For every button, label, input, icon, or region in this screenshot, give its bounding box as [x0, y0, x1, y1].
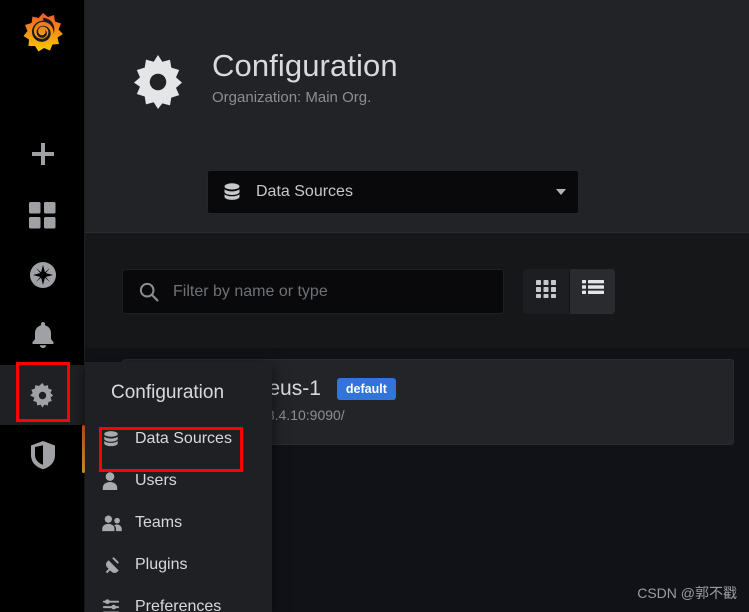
search-icon [139, 282, 159, 302]
grafana-logo-icon[interactable] [0, 0, 85, 66]
sidebar-item-explore[interactable] [0, 245, 85, 305]
menu-item-label: Preferences [135, 598, 222, 612]
list-icon [581, 280, 604, 303]
compass-icon [29, 261, 57, 289]
list-view-button[interactable] [569, 269, 615, 314]
database-icon [102, 430, 128, 448]
menu-item-label: Teams [135, 514, 183, 531]
sidebar-item-configuration[interactable] [0, 365, 85, 425]
grafana-app-window: Configuration Organization: Main Org. Da… [0, 0, 749, 612]
plug-icon [102, 556, 128, 574]
menu-item-plugins[interactable]: Plugins [85, 544, 272, 586]
database-icon [222, 182, 242, 202]
page-header: Configuration Organization: Main Org. Da… [85, 0, 749, 233]
gear-icon [28, 381, 57, 410]
menu-title: Configuration [111, 382, 225, 403]
plus-icon [30, 141, 56, 167]
search-input[interactable] [173, 282, 473, 301]
bell-icon [30, 321, 56, 349]
chevron-down-icon [556, 189, 566, 195]
sidebar-item-dashboards[interactable] [0, 185, 85, 245]
grid-icon [536, 280, 556, 303]
sidebar-item-create[interactable] [0, 124, 85, 184]
sidebar-item-alerting[interactable] [0, 305, 85, 365]
shield-icon [29, 440, 57, 470]
menu-item-data-sources[interactable]: Data Sources [85, 418, 272, 460]
menu-item-teams[interactable]: Teams [85, 502, 272, 544]
page-title: Configuration [212, 48, 398, 83]
page-subtitle: Organization: Main Org. [212, 89, 372, 106]
datasource-toolbar [85, 233, 749, 348]
watermark: CSDN @郭不戳 [637, 585, 737, 601]
status-badge: default [336, 378, 396, 400]
section-select-value: Data Sources [256, 183, 353, 200]
sidebar-item-server-admin[interactable] [0, 425, 85, 485]
apps-grid-icon [29, 201, 56, 229]
sliders-icon [102, 598, 128, 612]
users-icon [102, 514, 128, 532]
view-mode-toggle [523, 269, 615, 314]
menu-item-label: Users [135, 472, 177, 489]
section-select[interactable]: Data Sources [207, 170, 579, 214]
gear-icon [128, 52, 188, 112]
menu-item-label: Plugins [135, 556, 188, 573]
grid-view-button[interactable] [523, 269, 569, 314]
user-icon [102, 472, 128, 490]
menu-item-label: Data Sources [135, 430, 232, 447]
main-sidebar [0, 0, 85, 612]
page-title-block: Configuration Organization: Main Org. [128, 48, 398, 112]
search-filter-box[interactable] [122, 269, 504, 314]
menu-item-users[interactable]: Users [85, 460, 272, 502]
configuration-dropdown-menu: Configuration Data Sources Users Teams P… [85, 362, 272, 612]
menu-item-preferences[interactable]: Preferences [85, 586, 272, 612]
